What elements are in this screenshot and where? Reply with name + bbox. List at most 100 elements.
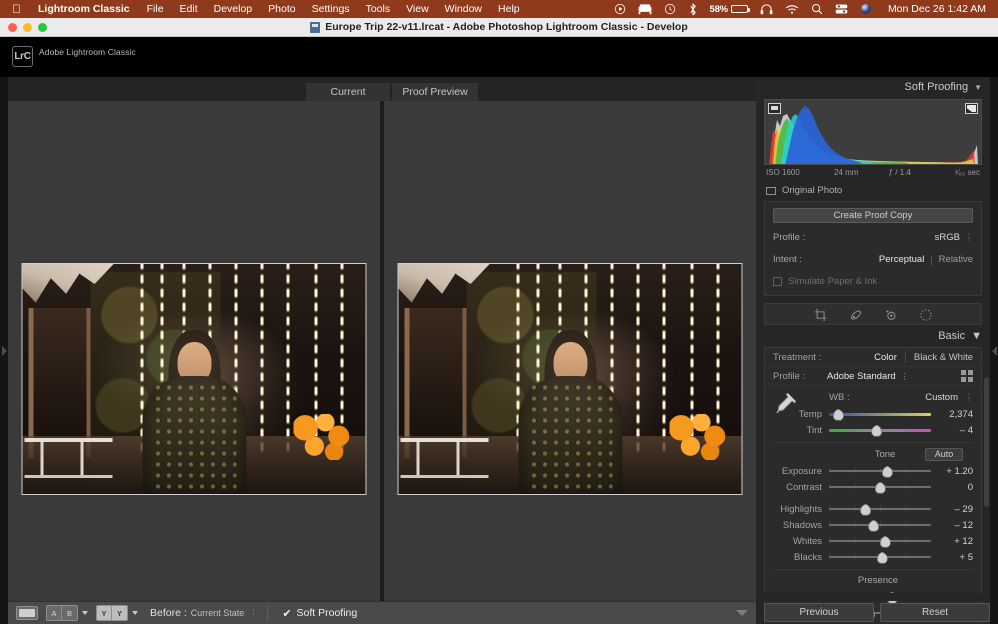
profile-dropdown-icon[interactable]: ⋮: [965, 233, 973, 242]
wb-dropdown-icon[interactable]: ⋮: [965, 393, 973, 402]
basic-profile-value[interactable]: Adobe Standard: [827, 371, 896, 382]
toolbar-collapse-icon[interactable]: [736, 610, 748, 616]
whites-value[interactable]: + 12: [931, 536, 973, 547]
menubar-clock[interactable]: Mon Dec 26 1:42 AM: [878, 3, 992, 15]
menu-tools[interactable]: Tools: [358, 3, 399, 15]
highlights-track[interactable]: [829, 505, 931, 514]
photo-proof[interactable]: [398, 263, 743, 495]
profile-value[interactable]: sRGB: [935, 232, 960, 243]
menu-photo[interactable]: Photo: [260, 3, 303, 15]
menu-window[interactable]: Window: [437, 3, 490, 15]
slider-blacks[interactable]: Blacks + 5: [773, 550, 973, 564]
compare-view-toggle[interactable]: A B: [46, 605, 78, 621]
tint-knob[interactable]: [871, 425, 882, 437]
search-icon[interactable]: [805, 3, 829, 15]
before-value[interactable]: Current State: [191, 608, 245, 618]
radial-filter-icon[interactable]: [919, 308, 932, 321]
white-balance-selector-icon[interactable]: [771, 392, 797, 418]
siri-icon[interactable]: [854, 3, 878, 15]
red-eye-icon[interactable]: [884, 308, 897, 321]
treatment-bw-button[interactable]: Black & White: [914, 352, 973, 363]
battery-indicator[interactable]: 58%: [704, 4, 754, 15]
slider-temp[interactable]: Temp 2,374: [773, 407, 973, 421]
contrast-value[interactable]: 0: [931, 482, 973, 493]
right-panel-scrollbar[interactable]: [984, 377, 989, 507]
shadows-value[interactable]: – 12: [931, 520, 973, 531]
temp-track[interactable]: [829, 410, 931, 419]
shadow-clipping-icon[interactable]: [768, 103, 781, 114]
highlights-value[interactable]: – 29: [931, 504, 973, 515]
slider-tint[interactable]: Tint – 4: [773, 423, 973, 437]
basic-profile-dropdown-icon[interactable]: ⋮: [901, 372, 909, 381]
create-proof-copy-button[interactable]: Create Proof Copy: [773, 208, 973, 223]
beforeafter-view-toggle[interactable]: Y Y: [96, 605, 128, 621]
soft-proofing-panel-header[interactable]: Soft Proofing ▼: [756, 77, 990, 97]
control-center-icon[interactable]: [829, 3, 854, 15]
compare-right-cell[interactable]: B: [62, 606, 77, 620]
beforeafter-right-cell[interactable]: Y: [112, 606, 127, 620]
identity-plate-label[interactable]: Adobe Lightroom Classic: [39, 47, 136, 57]
highlight-clipping-icon[interactable]: [965, 103, 978, 114]
shadows-track[interactable]: [829, 521, 931, 530]
simulate-paper-ink-checkbox[interactable]: Simulate Paper & Ink: [773, 276, 973, 287]
temp-value[interactable]: 2,374: [931, 409, 973, 420]
minimize-button[interactable]: [23, 23, 32, 32]
bed-icon[interactable]: [632, 3, 658, 15]
apple-icon[interactable]: : [6, 3, 29, 15]
temp-knob[interactable]: [833, 409, 844, 421]
close-button[interactable]: [8, 23, 17, 32]
intent-relative[interactable]: Relative: [939, 254, 973, 265]
before-dropdown-icon[interactable]: ⋮: [249, 609, 257, 618]
original-photo-checkbox[interactable]: Original Photo: [764, 185, 982, 196]
tint-track[interactable]: [829, 426, 931, 435]
wb-value[interactable]: Custom: [925, 392, 960, 403]
right-panel-toggle[interactable]: [990, 77, 998, 624]
menu-settings[interactable]: Settings: [304, 3, 358, 15]
contrast-track[interactable]: [829, 483, 931, 492]
slider-whites[interactable]: Whites + 12: [773, 534, 973, 548]
slider-highlights[interactable]: Highlights – 29: [773, 502, 973, 516]
photo-current[interactable]: [22, 263, 367, 495]
histogram[interactable]: [764, 99, 982, 165]
pane-proof[interactable]: [384, 101, 756, 601]
menu-edit[interactable]: Edit: [172, 3, 206, 15]
spot-removal-icon[interactable]: [849, 308, 862, 321]
play-circle-icon[interactable]: [608, 3, 632, 15]
pane-current[interactable]: [8, 101, 380, 601]
slider-contrast[interactable]: Contrast 0: [773, 480, 973, 494]
clock-icon[interactable]: [658, 3, 682, 15]
tab-current[interactable]: Current: [306, 83, 390, 101]
triangle-down-icon[interactable]: ▼: [974, 83, 982, 92]
compare-dropdown-icon[interactable]: [82, 611, 88, 615]
menu-view[interactable]: View: [398, 3, 437, 15]
menu-file[interactable]: File: [139, 3, 172, 15]
tab-proof-preview[interactable]: Proof Preview: [392, 83, 478, 101]
compare-left-cell[interactable]: A: [47, 606, 62, 620]
intent-perceptual[interactable]: Perceptual: [879, 254, 924, 265]
soft-proofing-checkbox[interactable]: ✔ Soft Proofing: [282, 607, 357, 620]
blacks-value[interactable]: + 5: [931, 552, 973, 563]
slider-exposure[interactable]: Exposure + 1.20: [773, 464, 973, 478]
auto-tone-button[interactable]: Auto: [925, 448, 963, 461]
exposure-track[interactable]: [829, 467, 931, 476]
menu-help[interactable]: Help: [490, 3, 528, 15]
basic-panel-header[interactable]: Basic ▼: [756, 325, 990, 347]
single-view-icon[interactable]: [16, 606, 38, 620]
menu-develop[interactable]: Develop: [206, 3, 261, 15]
profile-browser-icon[interactable]: [961, 370, 973, 382]
triangle-down-icon[interactable]: ▼: [971, 330, 982, 342]
left-panel-toggle[interactable]: [0, 77, 8, 624]
reset-button[interactable]: Reset: [880, 603, 990, 622]
maximize-button[interactable]: [38, 23, 47, 32]
bluetooth-icon[interactable]: [682, 3, 704, 16]
beforeafter-dropdown-icon[interactable]: [132, 611, 138, 615]
headphones-icon[interactable]: [754, 3, 779, 15]
menubar-app-name[interactable]: Lightroom Classic: [29, 3, 139, 15]
blacks-track[interactable]: [829, 553, 931, 562]
crop-overlay-icon[interactable]: [814, 308, 827, 321]
tint-value[interactable]: – 4: [931, 425, 973, 436]
beforeafter-left-cell[interactable]: Y: [97, 606, 112, 620]
slider-shadows[interactable]: Shadows – 12: [773, 518, 973, 532]
whites-track[interactable]: [829, 537, 931, 546]
exposure-value[interactable]: + 1.20: [931, 466, 973, 477]
